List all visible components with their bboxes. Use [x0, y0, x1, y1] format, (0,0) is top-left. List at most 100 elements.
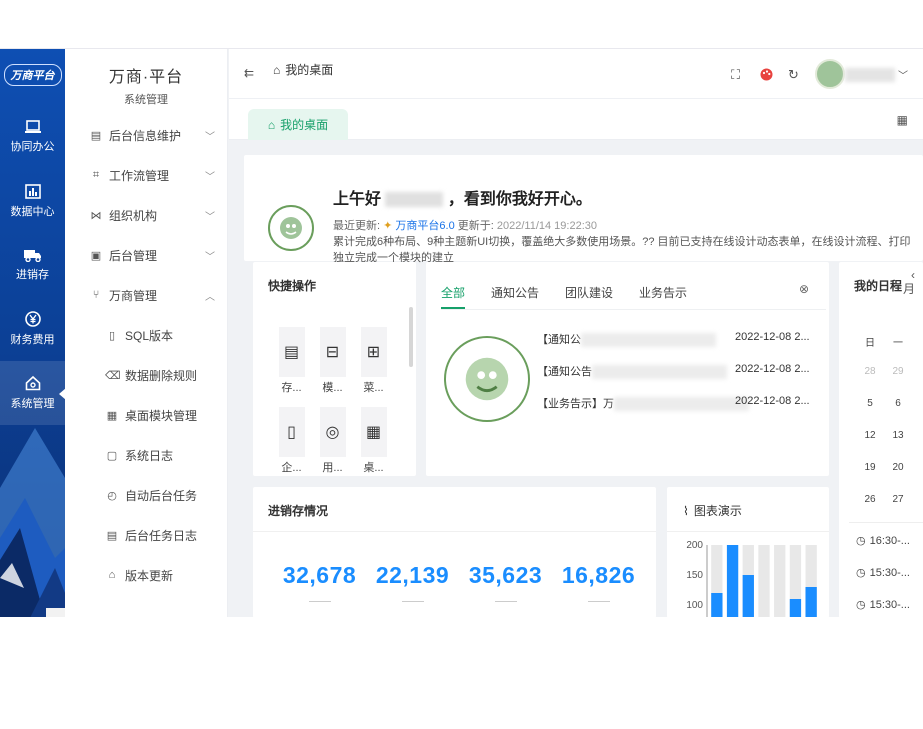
- doc-icon: ▯: [108, 329, 116, 342]
- notice-date: 2022-12-08 2...: [735, 363, 810, 375]
- tab-team-building[interactable]: 团队建设: [565, 284, 613, 301]
- bar[interactable]: [742, 575, 754, 617]
- chart-card-title: 图表演示: [693, 504, 742, 518]
- rail-item-finance[interactable]: 财务费用: [0, 297, 65, 361]
- tab-announcements[interactable]: 通知公告: [491, 284, 539, 301]
- rail-item-data-center[interactable]: 数据中心: [0, 169, 65, 233]
- menu-item-desktop-modules[interactable]: ▦ 桌面模块管理: [65, 395, 227, 435]
- greeting: 上午好 ，看到你我好开心。: [333, 185, 592, 209]
- bar[interactable]: [711, 593, 723, 617]
- logo-text: 万商平台: [3, 64, 62, 86]
- refresh-icon[interactable]: ↻: [788, 67, 799, 83]
- fullscreen-icon[interactable]: ⛶: [731, 67, 740, 83]
- truck-icon: [24, 250, 41, 262]
- collapse-icon[interactable]: ⇇: [244, 66, 254, 80]
- updated-at-label: 更新于:: [457, 220, 494, 232]
- menu-item-task-log[interactable]: ▤ 后台任务日志: [65, 515, 227, 555]
- party-popper-icon: ✦: [383, 220, 393, 232]
- line-chart-icon: ⌇: [683, 503, 689, 518]
- schedule-event[interactable]: ◷ 15:30-...: [856, 598, 910, 612]
- notice-row[interactable]: 【通知公告 2022-12-08 2...: [537, 363, 810, 380]
- calendar-day[interactable]: 13: [884, 430, 912, 441]
- tab-menu-icon[interactable]: ▦: [897, 113, 908, 127]
- log-icon: ▤: [106, 529, 118, 542]
- rail-label-office: 协同办公: [10, 141, 55, 153]
- rail-label-data-center: 数据中心: [10, 205, 55, 218]
- user-name-redacted: [385, 192, 444, 208]
- side-menu: 万商·平台 系统管理 ▤ 后台信息维护 ﹀ ⌗ 工作流管理 ﹀ ⋈ 组织机构 ﹀…: [65, 49, 228, 617]
- menu-item-workflow[interactable]: ⌗ 工作流管理 ﹀: [65, 155, 227, 195]
- menu-label: 后台管理: [109, 248, 158, 263]
- update-info: 最近更新: ✦ 万商平台6.0 更新于: 2022/11/14 19:22:30: [333, 217, 597, 233]
- menu-item-sql-version[interactable]: ▯ SQL版本: [65, 315, 227, 355]
- menu-item-system-log[interactable]: ▢ 系统日志: [65, 435, 227, 475]
- calendar-week: 28 29: [856, 366, 912, 377]
- clock-icon: ◷: [856, 567, 866, 579]
- quick-actions-grid: ▤ 存... ⊟ 模... ⊞ 菜... ▯ 企... ◎ 用... ▦ 桌...: [271, 327, 394, 475]
- calendar-day[interactable]: 20: [884, 462, 912, 473]
- mascot-logo-icon: [280, 217, 302, 239]
- menu-item-delete-rules[interactable]: ⌫ 数据删除规则: [65, 355, 227, 395]
- windows-icon: ⊞: [360, 327, 387, 377]
- tab-my-desktop[interactable]: ⌂ 我的桌面: [248, 109, 348, 140]
- quick-item-6[interactable]: ▦ 桌...: [353, 407, 394, 475]
- menu-item-backend-info[interactable]: ▤ 后台信息维护 ﹀: [65, 115, 227, 155]
- calendar-day[interactable]: 6: [884, 398, 912, 409]
- quick-actions-card: 快捷操作 ▤ 存... ⊟ 模... ⊞ 菜... ▯ 企... ◎ 用... ▦ 桌...: [253, 262, 416, 476]
- version-link[interactable]: 万商平台6.0: [395, 220, 454, 232]
- calendar-day[interactable]: 26: [856, 494, 884, 505]
- chevron-down-icon: ﹀: [205, 252, 215, 263]
- chevron-down-icon[interactable]: ﹀: [898, 67, 908, 82]
- quick-item-1[interactable]: ▤ 存...: [271, 327, 312, 395]
- notice-row[interactable]: 【业务告示】万 2022-12-08 2...: [537, 395, 810, 412]
- y-tick-label: 200: [686, 540, 703, 551]
- menu-item-admin[interactable]: ▣ 后台管理 ﹀: [65, 235, 227, 275]
- menu-item-wanshang[interactable]: ⑂ 万商管理 ︿: [65, 275, 227, 315]
- bar[interactable]: [726, 545, 739, 617]
- calendar-day[interactable]: 27: [884, 494, 912, 505]
- theme-palette-icon[interactable]: [760, 68, 773, 81]
- quick-item-2[interactable]: ⊟ 模...: [312, 327, 353, 395]
- newspaper-icon: ▤: [278, 327, 305, 377]
- schedule-event[interactable]: ◷ 16:30-...: [856, 534, 910, 548]
- clipboard-icon: ▢: [106, 449, 118, 462]
- bar[interactable]: [805, 587, 817, 617]
- close-circle-icon[interactable]: ⊗: [799, 282, 809, 296]
- weekday: 一: [893, 338, 903, 349]
- menu-label: 版本更新: [125, 568, 174, 583]
- notice-date: 2022-12-08 2...: [735, 331, 810, 343]
- notice-title-redacted: [592, 365, 727, 380]
- menu-item-version-update[interactable]: ⌂ 版本更新: [65, 555, 227, 595]
- rail-label-finance: 财务费用: [10, 334, 55, 346]
- quick-item-5[interactable]: ◎ 用...: [312, 407, 353, 475]
- yen-icon: [24, 311, 41, 327]
- bar-track: [774, 545, 786, 617]
- menu-label: 组织机构: [109, 208, 158, 223]
- menu-item-auto-tasks[interactable]: ◴ 自动后台任务: [65, 475, 227, 515]
- quick-item-4[interactable]: ▯ 企...: [271, 407, 312, 475]
- calendar-week: 56: [856, 398, 912, 409]
- chart-card-header: ⌇ 图表演示: [683, 502, 742, 519]
- calendar-day[interactable]: 28: [856, 366, 884, 377]
- chevron-left-icon[interactable]: ‹: [903, 268, 915, 282]
- bar[interactable]: [789, 599, 802, 617]
- calendar-day[interactable]: 29: [884, 366, 912, 377]
- calendar-day[interactable]: 12: [856, 430, 884, 441]
- rail-item-inventory[interactable]: 进销存: [0, 233, 65, 297]
- notice-row[interactable]: 【通知公 2022-12-08 2...: [537, 331, 810, 348]
- rail-item-system[interactable]: 系统管理: [0, 361, 65, 425]
- home-icon: ⌂: [273, 62, 281, 77]
- avatar[interactable]: [815, 59, 845, 89]
- schedule-event[interactable]: ◷ 15:30-...: [856, 566, 910, 580]
- calendar-day[interactable]: 19: [856, 462, 884, 473]
- inventory-card: 进销存情况 32,678 22,139 35,623 16,826: [253, 487, 656, 617]
- scrollbar[interactable]: [409, 307, 413, 367]
- quick-item-3[interactable]: ⊞ 菜...: [353, 327, 394, 395]
- updated-at: 2022/11/14 19:22:30: [496, 220, 598, 232]
- menu-item-organization[interactable]: ⋈ 组织机构 ﹀: [65, 195, 227, 235]
- rail-item-office[interactable]: 协同办公: [0, 105, 65, 169]
- tab-business-notices[interactable]: 业务告示: [639, 284, 687, 301]
- tab-all[interactable]: 全部: [441, 284, 465, 301]
- menu-label: 后台信息维护: [109, 128, 182, 143]
- calendar-day[interactable]: 5: [856, 398, 884, 409]
